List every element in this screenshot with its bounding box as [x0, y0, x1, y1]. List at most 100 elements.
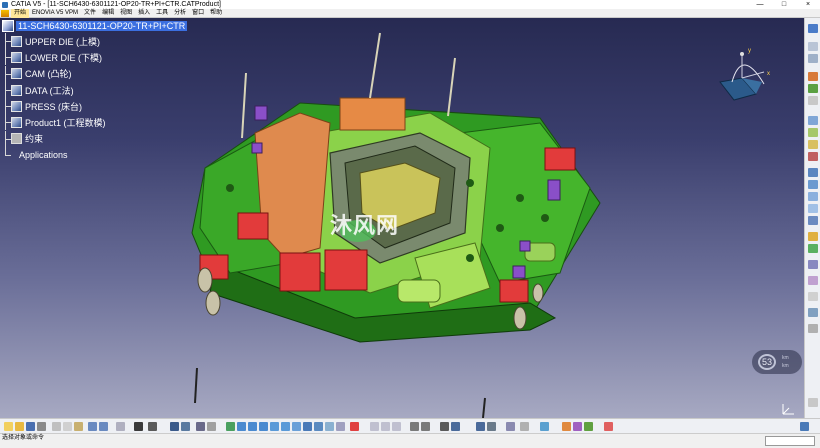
light-icon[interactable] — [381, 422, 390, 431]
tree-node-label: Product1 (工程数模) — [25, 118, 106, 129]
swap-space-icon[interactable] — [336, 422, 345, 431]
print-icon[interactable] — [37, 422, 46, 431]
new-product-icon[interactable] — [808, 84, 818, 93]
constraint-offset-icon[interactable] — [808, 192, 818, 201]
constraint-coincidence-icon[interactable] — [808, 168, 818, 177]
catalog-icon[interactable] — [540, 422, 549, 431]
tree-node-applications[interactable]: Applications — [2, 147, 187, 163]
redo-icon[interactable] — [99, 422, 108, 431]
gauge-unit-bottom: km — [782, 363, 789, 369]
copy-icon[interactable] — [63, 422, 72, 431]
hide-show-icon[interactable] — [325, 422, 334, 431]
menu-analyze[interactable]: 分析 — [171, 9, 189, 18]
save-icon[interactable] — [26, 422, 35, 431]
plane-icon[interactable] — [181, 422, 190, 431]
normal-view-icon[interactable] — [292, 422, 301, 431]
menu-edit[interactable]: 编辑 — [99, 9, 117, 18]
tree-node-constraints[interactable]: 约束 — [2, 130, 187, 148]
manipulate-icon[interactable] — [808, 116, 818, 125]
open-file-icon[interactable] — [15, 422, 24, 431]
rotate-icon[interactable] — [259, 422, 268, 431]
maximize-button[interactable]: □ — [772, 0, 796, 9]
bolt-hole-6 — [226, 184, 234, 192]
distance-icon[interactable] — [421, 422, 430, 431]
product-icon — [11, 51, 22, 63]
cut-icon[interactable] — [52, 422, 61, 431]
knowledge-icon[interactable] — [520, 422, 529, 431]
catalog-browser-icon[interactable] — [134, 422, 143, 431]
compass-icon[interactable]: x y — [712, 42, 772, 102]
workbench-icon[interactable] — [808, 24, 818, 33]
catalog-icon[interactable] — [808, 308, 818, 317]
constraint-contact-icon[interactable] — [808, 180, 818, 189]
new-part-icon[interactable] — [808, 96, 818, 105]
clash-icon[interactable] — [808, 152, 818, 161]
bom-icon[interactable] — [487, 422, 496, 431]
undo-icon[interactable] — [88, 422, 97, 431]
formula-icon[interactable] — [148, 422, 157, 431]
section-icon[interactable] — [808, 260, 818, 269]
zoom-out-icon[interactable] — [281, 422, 290, 431]
sketch-icon[interactable] — [170, 422, 179, 431]
whats-this-icon[interactable] — [116, 422, 125, 431]
tools-icon[interactable] — [808, 324, 818, 333]
menu-start[interactable]: 开始 — [11, 8, 30, 18]
measure-between-icon[interactable] — [440, 422, 449, 431]
tree-node-upper-die[interactable]: UPPER DIE (上模) — [2, 33, 187, 50]
more-icon[interactable] — [808, 398, 818, 407]
close-button[interactable]: × — [796, 0, 820, 9]
menu-help[interactable]: 帮助 — [207, 9, 225, 18]
menu-enovia[interactable]: ENOVIA V5 VPM — [29, 9, 81, 18]
reference-icon[interactable] — [196, 422, 205, 431]
menu-tools[interactable]: 工具 — [153, 9, 171, 18]
constraint-angle-icon[interactable] — [808, 204, 818, 213]
new-file-icon[interactable] — [4, 422, 13, 431]
fit-all-icon[interactable] — [237, 422, 246, 431]
material-icon[interactable] — [350, 422, 359, 431]
annotation-icon[interactable] — [808, 292, 818, 301]
scenes-icon[interactable] — [506, 422, 515, 431]
fix-icon[interactable] — [808, 216, 818, 225]
tree-node-product1[interactable]: Product1 (工程数模) — [2, 114, 187, 131]
graph-tree-icon[interactable] — [584, 422, 593, 431]
insert-component-icon[interactable] — [562, 422, 571, 431]
menu-insert[interactable]: 插入 — [135, 9, 153, 18]
measure-icon[interactable] — [808, 244, 818, 253]
scene-icon[interactable] — [808, 276, 818, 285]
pan-icon[interactable] — [248, 422, 257, 431]
fly-mode-icon[interactable] — [226, 422, 235, 431]
tree-node-press[interactable]: PRESS (床台) — [2, 98, 187, 115]
menu-file[interactable]: 文件 — [81, 9, 99, 18]
axis-icon[interactable] — [207, 422, 216, 431]
tree-node-cam[interactable]: CAM (凸轮) — [2, 65, 187, 82]
new-component-icon[interactable] — [808, 72, 818, 81]
generate-numbering-icon[interactable] — [476, 422, 485, 431]
tree-node-data[interactable]: DATA (工法) — [2, 81, 187, 99]
explode-icon[interactable] — [808, 140, 818, 149]
tree-root-node[interactable]: 11-SCH6430-6301121-OP20-TR+PI+CTR — [2, 19, 188, 33]
cam-view-icon[interactable] — [370, 422, 379, 431]
red-block-3 — [237, 212, 269, 240]
zoom-in-icon[interactable] — [270, 422, 279, 431]
menu-view[interactable]: 视图 — [117, 9, 135, 18]
quick-view-icon[interactable] — [303, 422, 312, 431]
bolt-hole-4 — [466, 254, 474, 262]
minimize-button[interactable]: — — [748, 0, 772, 9]
snap-icon[interactable] — [808, 128, 818, 137]
tree-node-label: CAM (凸轮) — [25, 69, 72, 80]
measure-item-icon[interactable] — [451, 422, 460, 431]
paste-icon[interactable] — [74, 422, 83, 431]
tree-node-lower-die[interactable]: LOWER DIE (下模) — [2, 49, 187, 66]
select-icon[interactable] — [808, 42, 818, 51]
command-input[interactable] — [765, 436, 815, 446]
update-icon[interactable] — [808, 232, 818, 241]
shadow-icon[interactable] — [392, 422, 401, 431]
replace-component-icon[interactable] — [573, 422, 582, 431]
menu-window[interactable]: 窗口 — [189, 9, 207, 18]
grid-icon[interactable] — [604, 422, 613, 431]
cam-orange-top — [339, 97, 406, 131]
assembly-icon[interactable] — [808, 54, 818, 63]
analysis-icon[interactable] — [410, 422, 419, 431]
render-style-icon[interactable] — [314, 422, 323, 431]
3d-viewport[interactable]: 沐风网 11-SCH6430-6301121-OP20-TR+PI+CTR UP… — [0, 18, 804, 418]
